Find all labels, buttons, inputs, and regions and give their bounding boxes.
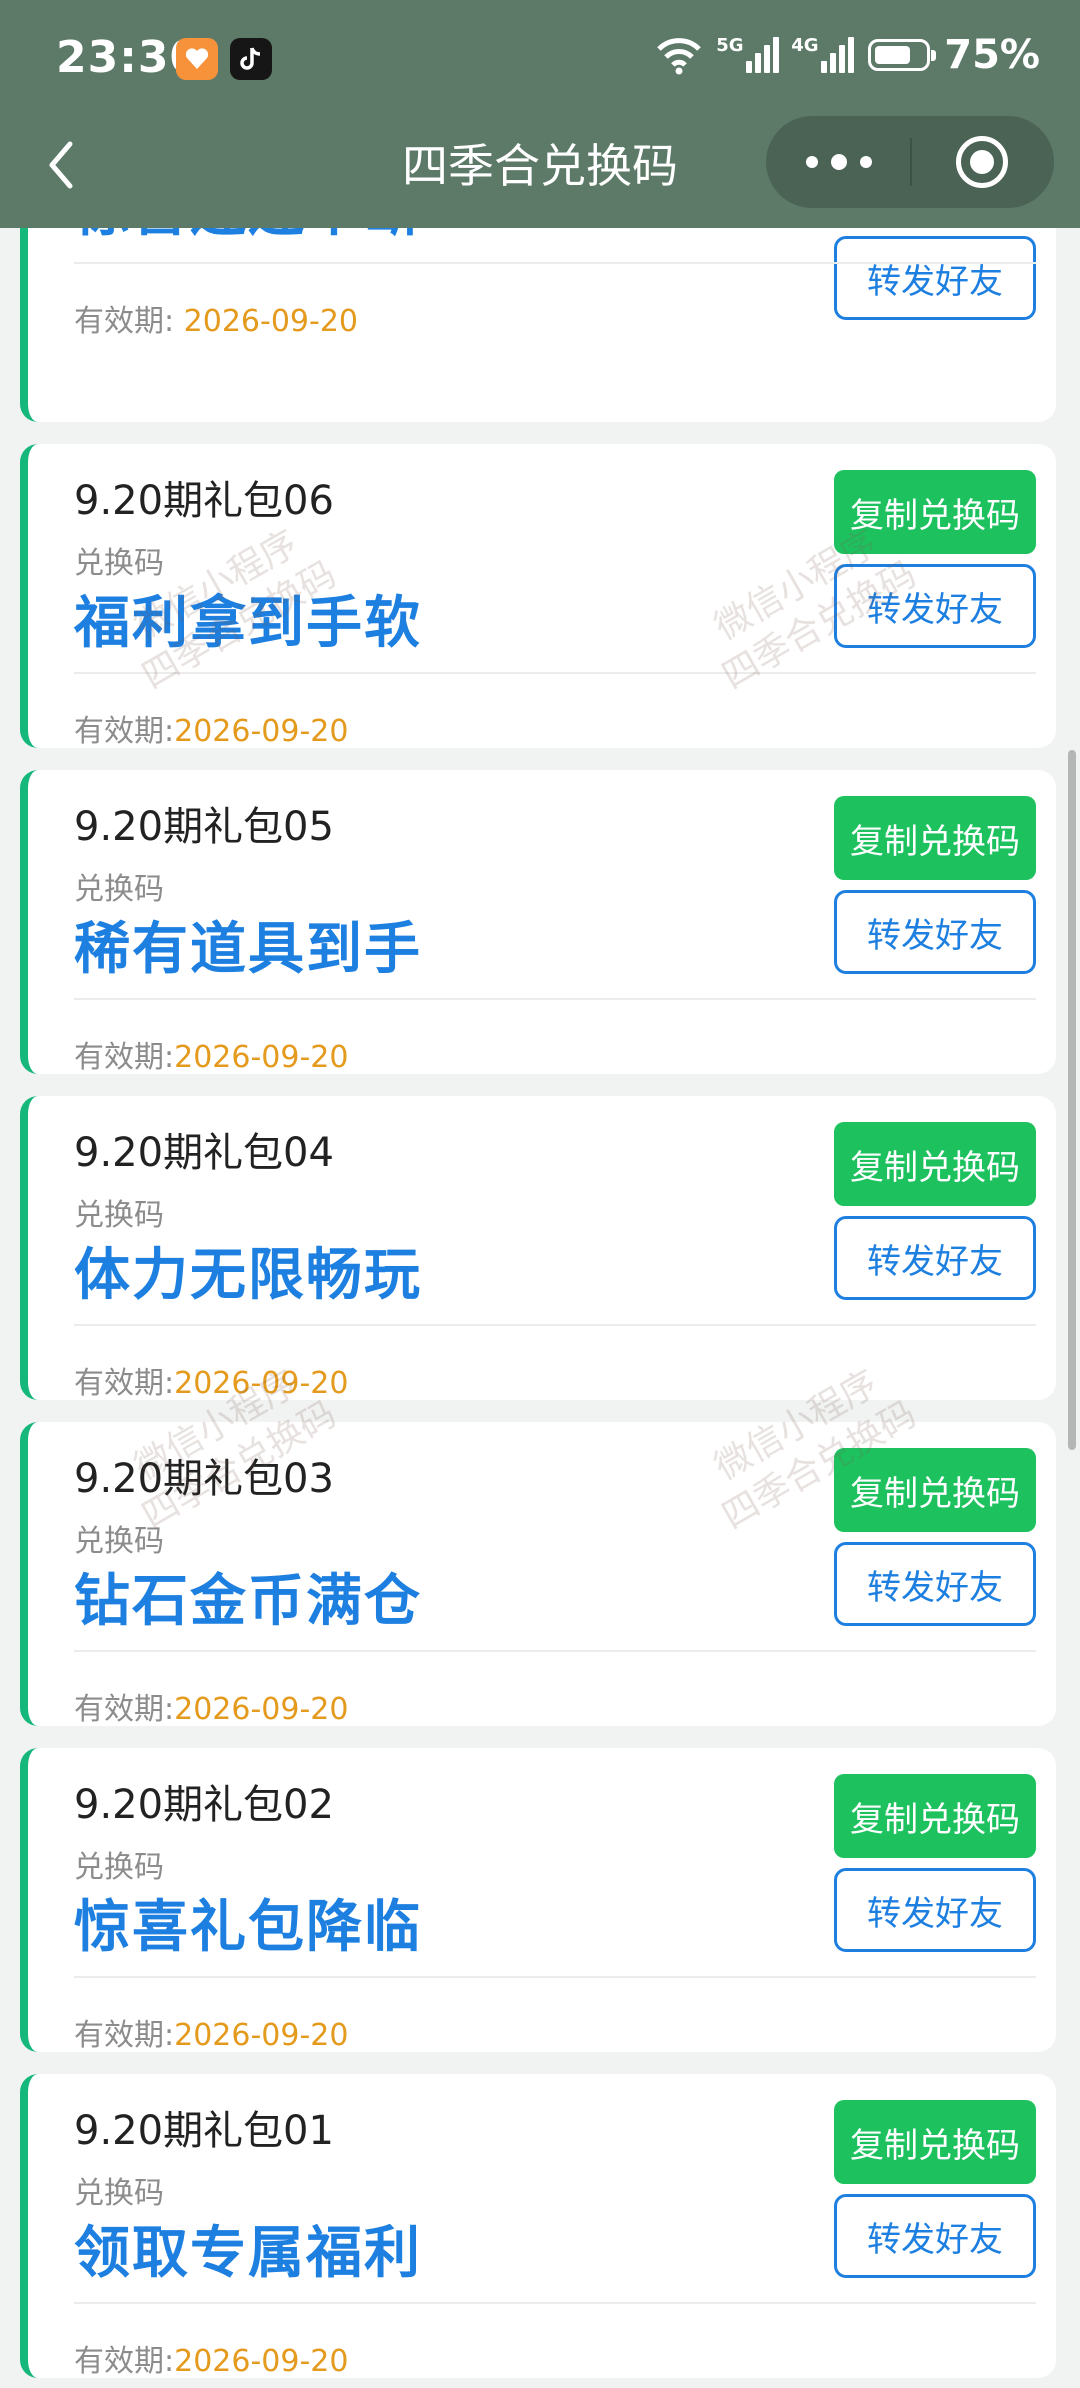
share-button[interactable]: 转发好友 [834, 890, 1036, 974]
copy-code-button[interactable]: 复制兑换码 [834, 470, 1036, 554]
expiry-row: 有效期:2026-09-20 [74, 706, 348, 748]
share-button[interactable]: 转发好友 [834, 1216, 1036, 1300]
expiry-date: 2026-09-20 [174, 1040, 349, 1074]
redeem-code: 体力无限畅玩 [74, 1243, 422, 1308]
gift-card: 9.20期礼包01 兑换码领取专属福利 复制兑换码转发好友有效期:2026-09-2… [20, 2074, 1056, 2378]
expiry-label: 有效期: [74, 714, 175, 748]
expiry-label: 有效期: [74, 2018, 175, 2052]
gift-name: 9.20期礼包01 [74, 2108, 334, 2154]
redeem-code: 稀有道具到手 [74, 917, 422, 982]
redeem-code: 钻石金币满仓 [74, 1569, 422, 1634]
app-notification-icon [176, 38, 218, 80]
expiry-row: 有效期:2026-09-20 [74, 2010, 348, 2052]
divider [74, 672, 1036, 674]
expiry-label: 有效期: [74, 304, 175, 339]
share-button[interactable]: 转发好友 [834, 1542, 1036, 1626]
copy-code-button[interactable]: 复制兑换码 [834, 2100, 1036, 2184]
divider [74, 262, 1036, 264]
miniprogram-capsule [766, 116, 1054, 208]
expiry-row: 有效期:2026-09-20 [74, 1684, 348, 1726]
code-label: 兑换码 [74, 1850, 164, 1885]
expiry-row: 有效期:2026-09-20 [74, 2336, 348, 2378]
expiry-label: 有效期: [74, 1692, 175, 1726]
expiry-label: 有效期: [74, 1040, 175, 1074]
more-icon[interactable] [800, 146, 878, 178]
divider [74, 2302, 1036, 2304]
expiry-date: 2026-09-20 [174, 2344, 349, 2378]
signal-4g-icon: 4G [791, 35, 855, 73]
expiry-date: 2026-09-20 [174, 2018, 349, 2052]
expiry-label: 有效期: [74, 1366, 175, 1400]
expiry-row: 有效期: 2026-09-20 [74, 296, 358, 340]
copy-code-button[interactable]: 复制兑换码 [834, 796, 1036, 880]
divider [74, 1324, 1036, 1326]
battery-icon [868, 39, 937, 71]
copy-code-button[interactable]: 复制兑换码 [834, 1774, 1036, 1858]
divider [74, 998, 1036, 1000]
expiry-row: 有效期:2026-09-20 [74, 1358, 348, 1400]
wifi-icon [657, 38, 702, 75]
top-bar: 23:30 5G 4G 75% 四季合兑换码 [0, 0, 1080, 228]
gift-name: 9.20期礼包03 [74, 1456, 334, 1502]
redeem-code: 领取专属福利 [74, 2221, 422, 2286]
tiktok-icon [230, 38, 272, 80]
copy-code-button[interactable]: 复制兑换码 [834, 1448, 1036, 1532]
gift-card: 9.20期礼包02 兑换码惊喜礼包降临 复制兑换码转发好友有效期:2026-09-2… [20, 1748, 1056, 2052]
divider [74, 1650, 1036, 1652]
share-button[interactable]: 转发好友 [834, 2194, 1036, 2278]
code-label: 兑换码 [74, 2176, 164, 2211]
redeem-code: 惊喜礼包降临 [74, 1895, 422, 1960]
share-button[interactable]: 转发好友 [834, 1868, 1036, 1952]
close-miniprogram-icon[interactable] [956, 136, 1008, 188]
redeem-code: 福利拿到手软 [74, 591, 422, 656]
gift-card: 9.20期礼包04 兑换码体力无限畅玩 复制兑换码转发好友有效期:2026-09-2… [20, 1096, 1056, 1400]
capsule-divider [910, 138, 912, 186]
gift-name: 9.20期礼包06 [74, 478, 334, 524]
code-label: 兑换码 [74, 546, 164, 581]
gift-name: 9.20期礼包02 [74, 1782, 334, 1828]
expiry-date: 2026-09-20 [183, 304, 359, 339]
battery-percent: 75% [944, 32, 1040, 78]
gift-card: 9.20期礼包05 兑换码稀有道具到手 复制兑换码转发好友有效期:2026-09-2… [20, 770, 1056, 1074]
gift-name: 9.20期礼包05 [74, 804, 334, 850]
gift-name: 9.20期礼包04 [74, 1130, 334, 1176]
gift-card: 9.20期礼包06 兑换码福利拿到手软 复制兑换码转发好友有效期:2026-09-2… [20, 444, 1056, 748]
expiry-date: 2026-09-20 [174, 714, 349, 748]
share-button[interactable]: 转发好友 [834, 236, 1036, 320]
expiry-date: 2026-09-20 [174, 1366, 349, 1400]
share-button[interactable]: 转发好友 [834, 564, 1036, 648]
signal-5g-icon: 5G [716, 35, 780, 73]
code-label: 兑换码 [74, 872, 164, 907]
status-bar: 23:30 5G 4G 75% [0, 0, 1080, 110]
scrollbar[interactable] [1068, 750, 1076, 1450]
expiry-date: 2026-09-20 [174, 1692, 349, 1726]
expiry-row: 有效期:2026-09-20 [74, 1032, 348, 1074]
gift-card: 9.20期礼包03 兑换码钻石金币满仓 复制兑换码转发好友有效期:2026-09-2… [20, 1422, 1056, 1726]
expiry-label: 有效期: [74, 2344, 175, 2378]
code-label: 兑换码 [74, 1198, 164, 1233]
copy-code-button[interactable]: 复制兑换码 [834, 1122, 1036, 1206]
code-label: 兑换码 [74, 1524, 164, 1559]
divider [74, 1976, 1036, 1978]
